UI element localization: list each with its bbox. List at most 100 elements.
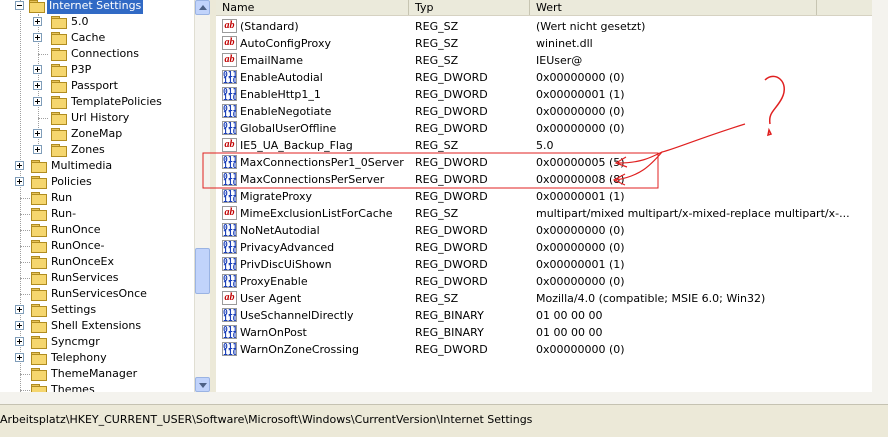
- tree-item-subkey[interactable]: Cache: [0, 30, 194, 46]
- expand-plus-icon[interactable]: [33, 129, 42, 138]
- tree-vertical-scrollbar[interactable]: [194, 0, 210, 392]
- folder-body: [31, 338, 47, 349]
- registry-value-row[interactable]: 011 110 WarnOnZoneCrossing REG_DWORD 0x00000…: [216, 341, 872, 358]
- registry-value-row[interactable]: 011 110 EnableNegotiate REG_DWORD 0x00000000…: [216, 103, 872, 120]
- status-bar: Arbeitsplatz\HKEY_CURRENT_USER\Software\…: [0, 404, 888, 437]
- registry-value-row[interactable]: 011 110 PrivDiscUiShown REG_DWORD 0x00000001…: [216, 256, 872, 273]
- value-type: REG_DWORD: [415, 173, 488, 186]
- registry-value-row[interactable]: ab User Agent REG_SZ Mozilla/4.0 (compatibl…: [216, 290, 872, 307]
- expand-plus-icon[interactable]: [15, 337, 24, 346]
- scroll-up-button[interactable]: [195, 0, 210, 15]
- tree-item-key[interactable]: Settings: [0, 302, 194, 318]
- scroll-down-button[interactable]: [195, 377, 210, 392]
- value-type: REG_DWORD: [415, 105, 488, 118]
- registry-value-row[interactable]: ab (Standard) REG_SZ (Wert nicht gesetzt): [216, 18, 872, 35]
- registry-value-row[interactable]: ab AutoConfigProxy REG_SZ wininet.dll: [216, 35, 872, 52]
- value-data: 0x00000000 (0): [536, 343, 625, 356]
- folder-icon: [31, 336, 47, 349]
- tree-item-key[interactable]: Run: [0, 190, 194, 206]
- registry-value-row[interactable]: 011 110 PrivacyAdvanced REG_DWORD 0x00000000…: [216, 239, 872, 256]
- scroll-thumb[interactable]: [195, 248, 210, 294]
- registry-value-row[interactable]: 011 110 GlobalUserOffline REG_DWORD 0x000000…: [216, 120, 872, 137]
- column-header-value[interactable]: Wert: [530, 0, 817, 15]
- tree-item-key[interactable]: ThemeManager: [0, 366, 194, 382]
- value-type: REG_SZ: [415, 292, 459, 305]
- tree-item-subkey[interactable]: P3P: [0, 62, 194, 78]
- tree-item-label: Settings: [51, 303, 97, 316]
- binary-value-icon: 011 110: [222, 223, 237, 237]
- registry-value-row[interactable]: 011 110 EnableAutodial REG_DWORD 0x00000000 …: [216, 69, 872, 86]
- tree-item-key[interactable]: RunOnce: [0, 222, 194, 238]
- expand-plus-icon[interactable]: [33, 145, 42, 154]
- binary-value-icon: 011 110: [222, 121, 237, 135]
- folder-body: [51, 114, 67, 125]
- registry-value-row[interactable]: 011 110 MaxConnectionsPer1_0Server REG_DWOR…: [216, 154, 872, 171]
- expand-plus-icon[interactable]: [15, 321, 24, 330]
- tree-item-key[interactable]: Multimedia: [0, 158, 194, 174]
- tree-item-key[interactable]: Shell Extensions: [0, 318, 194, 334]
- value-name: AutoConfigProxy: [240, 37, 331, 50]
- registry-value-row[interactable]: 011 110 MigrateProxy REG_DWORD 0x00000001 (1…: [216, 188, 872, 205]
- expand-plus-icon[interactable]: [15, 305, 24, 314]
- value-data: multipart/mixed multipart/x-mixed-replac…: [536, 207, 850, 220]
- registry-value-row[interactable]: 011 110 ProxyEnable REG_DWORD 0x00000000 (0): [216, 273, 872, 290]
- expand-plus-icon[interactable]: [15, 161, 24, 170]
- string-value-icon: ab: [222, 36, 237, 50]
- tree-item-subkey[interactable]: Connections: [0, 46, 194, 62]
- collapse-minus-icon[interactable]: [15, 1, 24, 10]
- value-data: 0x00000008 (8): [536, 173, 625, 186]
- value-name: User Agent: [240, 292, 302, 305]
- expand-plus-icon[interactable]: [33, 65, 42, 74]
- binary-value-icon: 011 110: [222, 172, 237, 186]
- tree-item-key[interactable]: Policies: [0, 174, 194, 190]
- expand-plus-icon[interactable]: [15, 353, 24, 362]
- expand-plus-icon[interactable]: [33, 81, 42, 90]
- expand-plus-icon[interactable]: [15, 177, 24, 186]
- folder-body: [31, 354, 47, 365]
- folder-icon: [51, 32, 67, 45]
- folder-icon: [31, 288, 47, 301]
- folder-icon: [31, 304, 47, 317]
- column-header-name[interactable]: Name: [216, 0, 409, 15]
- value-name: UseSchannelDirectly: [240, 309, 354, 322]
- tree-item-label: 5.0: [71, 15, 89, 28]
- registry-value-row[interactable]: 011 110 MaxConnectionsPerServer REG_DWORD 0x…: [216, 171, 872, 188]
- expand-plus-icon[interactable]: [33, 97, 42, 106]
- tree-item-subkey[interactable]: 5.0: [0, 14, 194, 30]
- value-type: REG_SZ: [415, 37, 459, 50]
- registry-values-list[interactable]: Name Typ Wert ab (Standard) REG_SZ (Wert ni…: [216, 0, 888, 404]
- tree-item-selected[interactable]: Internet Settings: [0, 0, 194, 14]
- registry-key-tree[interactable]: Internet Settings 5.0 Cache Connections P3P P…: [0, 0, 194, 392]
- folder-icon: [51, 16, 67, 29]
- tree-item-key[interactable]: RunServices: [0, 270, 194, 286]
- tree-item-subkey[interactable]: Passport: [0, 78, 194, 94]
- folder-body: [31, 242, 47, 253]
- tree-item-subkey[interactable]: Url History: [0, 110, 194, 126]
- registry-value-row[interactable]: ab EmailName REG_SZ IEUser@: [216, 52, 872, 69]
- registry-value-row[interactable]: ab IE5_UA_Backup_Flag REG_SZ 5.0: [216, 137, 872, 154]
- value-type: REG_DWORD: [415, 343, 488, 356]
- tree-item-subkey[interactable]: ZoneMap: [0, 126, 194, 142]
- folder-body: [31, 290, 47, 301]
- value-type: REG_SZ: [415, 20, 459, 33]
- expand-plus-icon[interactable]: [33, 33, 42, 42]
- tree-item-subkey[interactable]: TemplatePolicies: [0, 94, 194, 110]
- tree-item-key[interactable]: Themes: [0, 382, 194, 392]
- tree-item-key[interactable]: RunOnce-: [0, 238, 194, 254]
- tree-item-label: Telephony: [51, 351, 107, 364]
- tree-item-subkey[interactable]: Zones: [0, 142, 194, 158]
- column-header-type[interactable]: Typ: [409, 0, 530, 15]
- registry-value-row[interactable]: 011 110 WarnOnPost REG_BINARY 01 00 00 00: [216, 324, 872, 341]
- tree-item-key[interactable]: RunServicesOnce: [0, 286, 194, 302]
- tree-item-key[interactable]: Run-: [0, 206, 194, 222]
- tree-item-key[interactable]: RunOnceEx: [0, 254, 194, 270]
- tree-item-key[interactable]: Telephony: [0, 350, 194, 366]
- registry-value-row[interactable]: 011 110 UseSchannelDirectly REG_BINARY 01 00…: [216, 307, 872, 324]
- expand-plus-icon[interactable]: [33, 17, 42, 26]
- registry-value-row[interactable]: ab MimeExclusionListForCache REG_SZ multipa…: [216, 205, 872, 222]
- column-name-label: Name: [222, 1, 255, 14]
- registry-value-row[interactable]: 011 110 NoNetAutodial REG_DWORD 0x00000000 (…: [216, 222, 872, 239]
- tree-item-key[interactable]: Syncmgr: [0, 334, 194, 350]
- folder-body: [51, 98, 67, 109]
- registry-value-row[interactable]: 011 110 EnableHttp1_1 REG_DWORD 0x00000001 (…: [216, 86, 872, 103]
